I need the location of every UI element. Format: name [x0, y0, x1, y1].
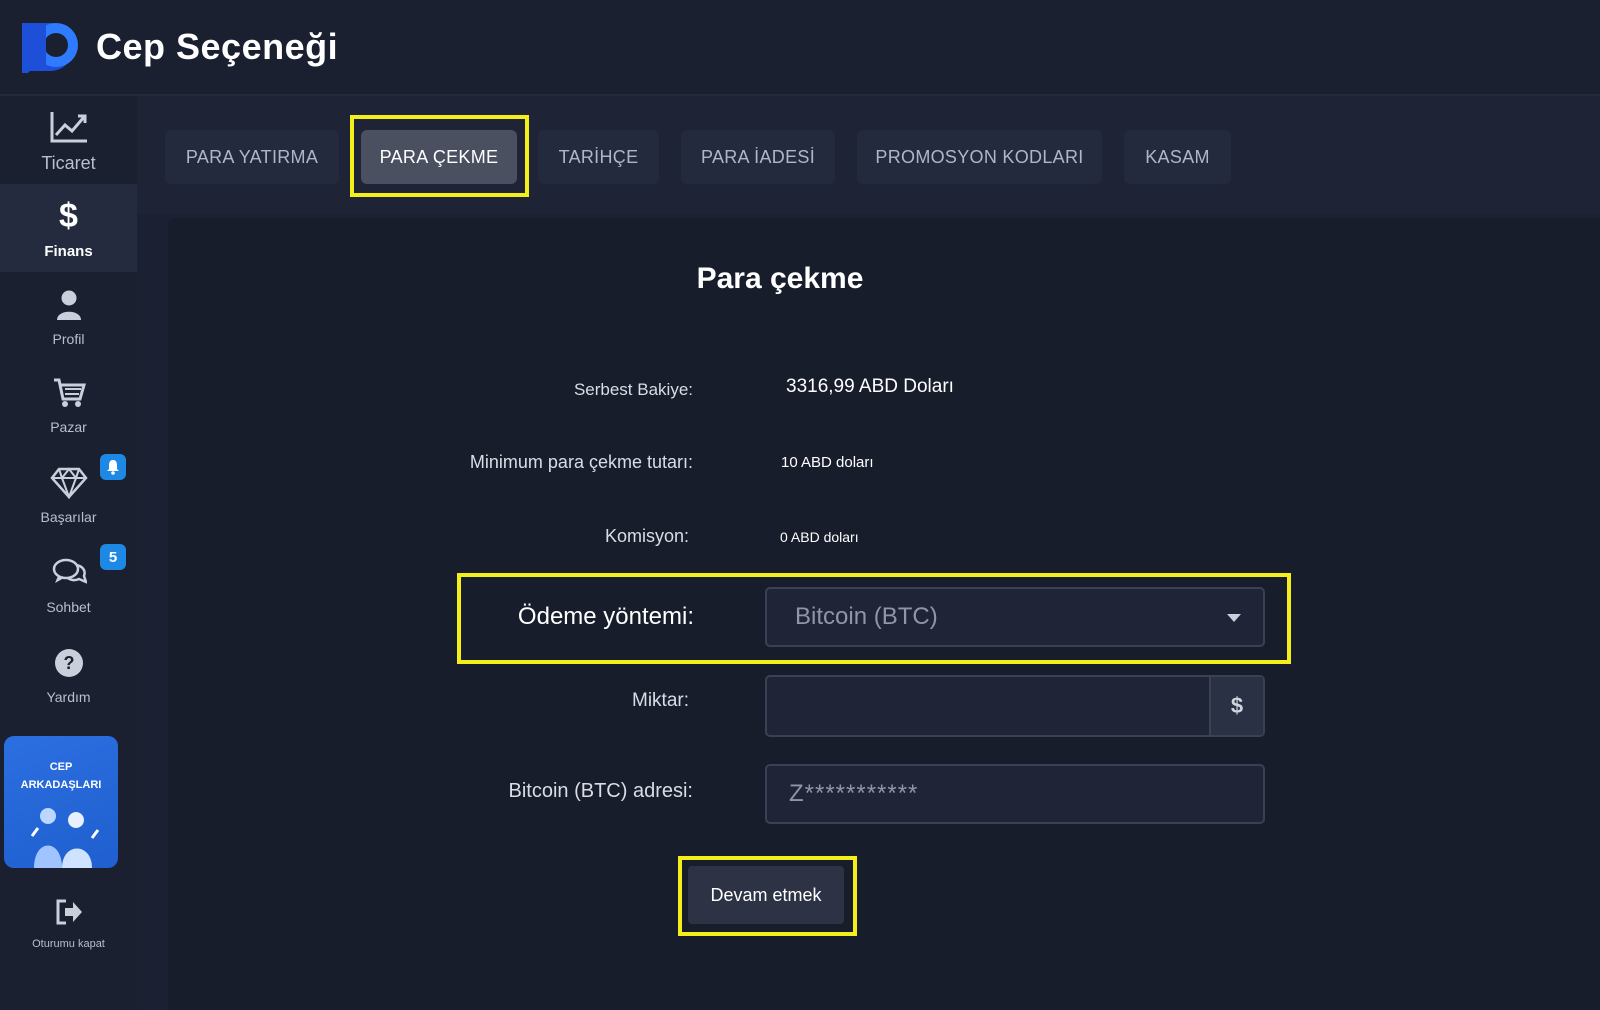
sidebar-item-label: Oturumu kapat [32, 938, 105, 950]
notification-bell-badge [100, 454, 126, 480]
payment-method-value: Bitcoin (BTC) [795, 603, 938, 630]
sidebar-item-label: Başarılar [40, 509, 97, 525]
sidebar-item-label: Finans [44, 242, 93, 260]
amount-label: Miktar: [632, 690, 689, 711]
bell-icon [107, 460, 119, 475]
continue-button[interactable]: Devam etmek [688, 866, 844, 924]
page-title: Para çekme [696, 262, 864, 295]
tab-withdraw[interactable]: PARA ÇEKME [361, 130, 517, 184]
chat-count-badge: 5 [100, 544, 126, 570]
promo-line-2: ARKADAŞLARI [20, 779, 102, 791]
sidebar-item-logout[interactable]: Oturumu kapat [0, 866, 137, 976]
currency-dollar-addon: $ [1209, 677, 1263, 735]
caret-down-icon [1227, 614, 1241, 622]
payment-method-label: Ödeme yöntemi: [517, 603, 694, 630]
logo-icon [20, 21, 82, 79]
chart-line-icon [49, 107, 89, 147]
sidebar-item-label: Yardım [46, 689, 91, 705]
amount-input[interactable] [767, 677, 1209, 735]
sidebar-item-label: Sohbet [46, 599, 91, 615]
tab-vault[interactable]: KASAM [1124, 130, 1231, 184]
sidebar-item-label: Pazar [50, 419, 87, 435]
sidebar-item-label: Ticaret [41, 152, 96, 173]
btc-address-input[interactable] [767, 766, 1263, 822]
balance-label: Serbest Bakiye: [573, 380, 693, 399]
top-bar: Cep Seçeneği [0, 0, 1600, 96]
dollar-icon: $ [59, 197, 78, 235]
friends-illustration-icon [30, 808, 100, 868]
balance-value: 3316,99 ABD Doları [786, 376, 954, 397]
min-withdraw-value: 10 ABD doları [781, 454, 874, 471]
sidebar-item-trade[interactable]: Ticaret [0, 96, 137, 184]
btc-address-label: Bitcoin (BTC) adresi: [508, 780, 694, 802]
btc-address-field [765, 764, 1265, 824]
promo-card-friends[interactable]: CEP ARKADAŞLARI [4, 736, 118, 868]
diamond-icon [49, 463, 89, 503]
payment-method-select[interactable]: Bitcoin (BTC) [765, 587, 1265, 647]
user-icon [49, 285, 89, 325]
sidebar-item-market[interactable]: Pazar [0, 360, 137, 448]
commission-label: Komisyon: [604, 526, 689, 546]
tab-promo-codes[interactable]: PROMOSYON KODLARI [857, 130, 1102, 184]
min-withdraw-label: Minimum para çekme tutarı: [469, 452, 693, 472]
cart-icon [49, 373, 89, 413]
tab-deposit[interactable]: PARA YATIRMA [165, 130, 339, 184]
commission-value: 0 ABD doları [780, 529, 859, 545]
chat-icon [49, 553, 89, 593]
svg-text:?: ? [63, 653, 74, 673]
amount-field: $ [765, 675, 1265, 737]
app-title: Cep Seçeneği [96, 26, 339, 67]
sidebar-item-help[interactable]: ? Yardım [0, 630, 137, 718]
sidebar-item-label: Profil [52, 331, 85, 347]
sidebar-item-profile[interactable]: Profil [0, 272, 137, 360]
promo-line-1: CEP [49, 761, 73, 773]
sidebar-item-finance[interactable]: $ Finans [0, 184, 137, 272]
help-icon: ? [49, 643, 89, 683]
sidebar: Ticaret $ Finans Profil Pazar Başarılar … [0, 96, 137, 1010]
tab-history[interactable]: TARİHÇE [538, 130, 659, 184]
tab-refund[interactable]: PARA İADESİ [681, 130, 835, 184]
logout-icon [49, 892, 89, 932]
